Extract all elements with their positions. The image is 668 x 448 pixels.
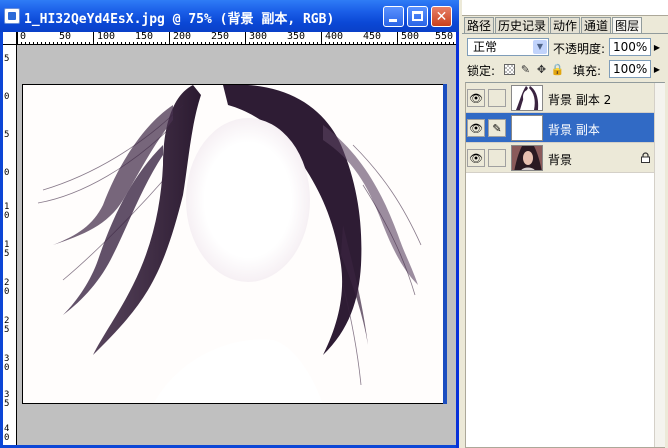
lock-icon bbox=[641, 152, 650, 163]
ruler-h-label: 100 bbox=[97, 32, 116, 42]
opacity-slider-arrow-icon[interactable]: ▶ bbox=[651, 39, 663, 55]
ruler-h-label: 400 bbox=[325, 32, 344, 42]
blend-mode-value: 正常 bbox=[473, 40, 498, 54]
eye-icon[interactable]: 👁 bbox=[467, 149, 485, 167]
fill-slider-arrow-icon[interactable]: ▶ bbox=[651, 61, 663, 77]
ruler-v-label: 1 5 bbox=[4, 240, 10, 259]
lock-position-move-icon[interactable]: ✥ bbox=[535, 63, 548, 76]
tab-paths[interactable]: 路径 bbox=[464, 17, 495, 34]
eye-icon[interactable]: 👁 bbox=[467, 119, 485, 137]
layers-panel: 路径 历史记录 动作 通道 图层 正常 ▼ 不透明度: 100% ▶ 锁定: ✎… bbox=[462, 0, 668, 448]
lock-pixels-brush-icon[interactable]: ✎ bbox=[519, 63, 532, 76]
opacity-field[interactable]: 100% bbox=[609, 38, 651, 56]
ruler-v-label: 3 5 bbox=[4, 390, 10, 409]
tab-history[interactable]: 历史记录 bbox=[495, 17, 550, 34]
layer-name[interactable]: 背景 bbox=[548, 151, 572, 168]
close-button[interactable]: ✕ bbox=[431, 6, 452, 27]
layer-row-selected[interactable]: 👁 ✎ 背景 副本 bbox=[466, 113, 654, 143]
blend-row: 正常 ▼ 不透明度: 100% ▶ bbox=[465, 38, 665, 58]
ruler-v-label: 0 bbox=[4, 168, 10, 178]
ruler-v-label: 5 bbox=[4, 130, 10, 140]
ruler-h-label: 500 bbox=[401, 32, 420, 42]
ruler-h-label: 350 bbox=[287, 32, 306, 42]
ruler-v-label: 2 0 bbox=[4, 278, 10, 297]
lock-transparency-icon[interactable] bbox=[503, 63, 516, 76]
panel-titlebar[interactable] bbox=[462, 0, 668, 16]
layer-thumbnail-image bbox=[512, 146, 542, 170]
ruler-v-label: 3 0 bbox=[4, 354, 10, 373]
ruler-h-label: 150 bbox=[135, 32, 154, 42]
hair-image bbox=[23, 85, 443, 403]
chevron-down-icon[interactable]: ▼ bbox=[533, 40, 547, 54]
close-icon: ✕ bbox=[435, 8, 448, 25]
ruler-v-label: 2 5 bbox=[4, 316, 10, 335]
layer-thumbnail[interactable] bbox=[511, 85, 543, 111]
ruler-h-label: 200 bbox=[173, 32, 192, 42]
ruler-h-label: 450 bbox=[363, 32, 382, 42]
document-title: 1_HI32QeYd4EsX.jpg @ 75% (背景 副本, RGB) bbox=[24, 12, 335, 27]
ruler-ticks bbox=[17, 32, 454, 44]
layer-name[interactable]: 背景 副本 2 bbox=[548, 91, 611, 108]
image-canvas[interactable] bbox=[22, 84, 444, 404]
panel-tabs: 路径 历史记录 动作 通道 图层 bbox=[464, 17, 643, 34]
layer-name[interactable]: 背景 副本 bbox=[548, 121, 600, 138]
ruler-v-label: 1 0 bbox=[4, 202, 10, 221]
opacity-label: 不透明度: bbox=[553, 42, 606, 56]
lock-label: 锁定: bbox=[467, 64, 496, 78]
lock-all-icon[interactable]: 🔒 bbox=[551, 63, 565, 76]
tab-divider bbox=[462, 33, 668, 34]
layer-thumbnail-image bbox=[512, 86, 542, 110]
fill-field[interactable]: 100% bbox=[609, 60, 651, 78]
minimize-button[interactable] bbox=[383, 6, 404, 27]
maximize-button[interactable] bbox=[407, 6, 428, 27]
minimize-icon bbox=[389, 19, 397, 22]
brush-icon[interactable]: ✎ bbox=[488, 119, 506, 137]
layers-scrollbar[interactable] bbox=[654, 83, 665, 447]
photoshop-document-icon[interactable] bbox=[4, 8, 20, 24]
vertical-ruler[interactable]: 5 0 5 0 1 0 1 5 2 0 2 5 3 0 3 5 4 0 bbox=[3, 45, 17, 445]
fill-label: 填充: bbox=[573, 64, 602, 78]
ruler-v-label: 5 bbox=[4, 54, 10, 64]
maximize-icon bbox=[412, 11, 423, 21]
layer-link-box[interactable] bbox=[488, 149, 506, 167]
layer-thumbnail[interactable] bbox=[511, 145, 543, 171]
tab-actions[interactable]: 动作 bbox=[550, 17, 581, 34]
ruler-origin[interactable] bbox=[3, 32, 17, 45]
layer-link-box[interactable] bbox=[488, 89, 506, 107]
ruler-v-label: 0 bbox=[4, 92, 10, 102]
document-titlebar[interactable]: 1_HI32QeYd4EsX.jpg @ 75% (背景 副本, RGB) ✕ bbox=[0, 0, 459, 32]
canvas-area[interactable] bbox=[17, 46, 456, 445]
layer-row[interactable]: 👁 背景 bbox=[466, 143, 654, 173]
document-body: 0 50 100 150 200 250 300 350 400 450 500… bbox=[3, 32, 456, 445]
tab-layers[interactable]: 图层 bbox=[612, 17, 643, 34]
blend-mode-select[interactable]: 正常 ▼ bbox=[467, 38, 549, 56]
lock-row: 锁定: ✎ ✥ 🔒 填充: 100% ▶ bbox=[465, 60, 665, 80]
horizontal-ruler[interactable]: 0 50 100 150 200 250 300 350 400 450 500… bbox=[17, 32, 456, 45]
ruler-v-label: 4 0 bbox=[4, 424, 10, 443]
tab-channels[interactable]: 通道 bbox=[581, 17, 612, 34]
ruler-h-label: 0 bbox=[20, 32, 27, 42]
layer-row[interactable]: 👁 背景 副本 2 bbox=[466, 83, 654, 113]
ruler-h-label: 300 bbox=[249, 32, 268, 42]
layer-thumbnail[interactable] bbox=[511, 115, 543, 141]
document-window: 1_HI32QeYd4EsX.jpg @ 75% (背景 副本, RGB) ✕ … bbox=[0, 0, 459, 448]
eye-icon[interactable]: 👁 bbox=[467, 89, 485, 107]
canvas-edge bbox=[443, 84, 447, 404]
ruler-h-label: 50 bbox=[59, 32, 72, 42]
ruler-h-label: 550 bbox=[435, 32, 454, 42]
layers-list: 👁 背景 副本 2 👁 ✎ 背景 副本 👁 背景 bbox=[465, 82, 665, 448]
ruler-h-label: 250 bbox=[211, 32, 230, 42]
